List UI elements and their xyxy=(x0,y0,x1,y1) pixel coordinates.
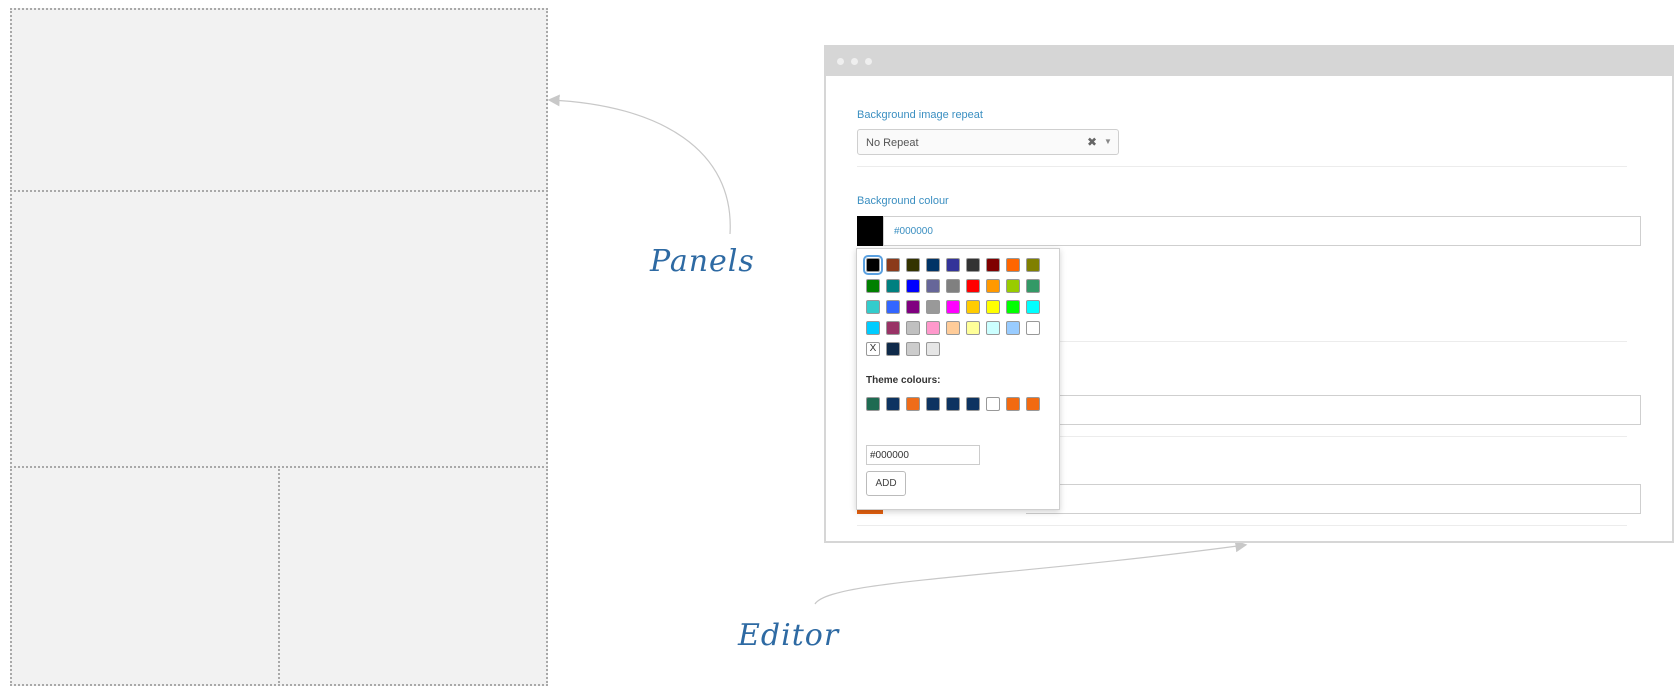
colour-swatch[interactable] xyxy=(986,300,1000,314)
theme-swatch-grid xyxy=(866,397,1046,418)
colour-swatch[interactable] xyxy=(966,258,980,272)
panels-annotation: Panels xyxy=(650,244,755,279)
divider xyxy=(857,525,1627,526)
add-button[interactable]: ADD xyxy=(866,471,906,496)
colour-preview-swatch[interactable] xyxy=(857,216,883,246)
swatch-grid: X xyxy=(863,255,1046,363)
no-colour-swatch[interactable]: X xyxy=(866,342,880,356)
window-dot-maximize[interactable] xyxy=(865,58,872,65)
theme-colour-swatch[interactable] xyxy=(1026,397,1040,411)
colour-input-hidden-row[interactable] xyxy=(1026,395,1641,425)
clear-icon[interactable]: ✖ xyxy=(1087,135,1097,149)
theme-colour-swatch[interactable] xyxy=(886,397,900,411)
theme-colour-swatch[interactable] xyxy=(906,397,920,411)
colour-swatch[interactable] xyxy=(926,342,940,356)
editor-arrow xyxy=(814,540,1248,605)
theme-colour-swatch[interactable] xyxy=(986,397,1000,411)
colour-swatch[interactable] xyxy=(966,300,980,314)
editor-window: Background image repeat No Repeat ✖ ▼ Ba… xyxy=(824,45,1674,543)
window-dot-close[interactable] xyxy=(837,58,844,65)
theme-colour-swatch[interactable] xyxy=(866,397,880,411)
colour-swatch[interactable] xyxy=(863,255,883,275)
theme-colour-swatch[interactable] xyxy=(966,397,980,411)
colour-swatch[interactable] xyxy=(946,300,960,314)
colour-swatch[interactable] xyxy=(946,258,960,272)
colour-swatch[interactable] xyxy=(1006,279,1020,293)
repeat-selected-value: No Repeat xyxy=(866,137,919,149)
colour-swatch[interactable] xyxy=(986,279,1000,293)
colour-swatch[interactable] xyxy=(966,321,980,335)
colour-swatch[interactable] xyxy=(886,279,900,293)
colour-input[interactable]: #000000 xyxy=(883,216,1641,246)
colour-swatch[interactable] xyxy=(926,258,940,272)
theme-colour-swatch[interactable] xyxy=(946,397,960,411)
colour-swatch[interactable] xyxy=(946,279,960,293)
colour-swatch[interactable] xyxy=(1026,258,1040,272)
colour-swatch[interactable] xyxy=(886,342,900,356)
colour-swatch[interactable] xyxy=(866,279,880,293)
colour-swatch[interactable] xyxy=(986,321,1000,335)
colour-swatch[interactable] xyxy=(886,300,900,314)
colour-swatch[interactable] xyxy=(926,321,940,335)
colour-swatch[interactable] xyxy=(986,258,1000,272)
colour-swatch[interactable] xyxy=(886,321,900,335)
colour-swatch[interactable] xyxy=(926,300,940,314)
colour-swatch[interactable] xyxy=(946,321,960,335)
colour-swatch[interactable] xyxy=(1006,321,1020,335)
colour-swatch[interactable] xyxy=(1026,321,1040,335)
colour-swatch[interactable] xyxy=(1006,300,1020,314)
panels-arrow xyxy=(547,94,731,235)
colour-swatch[interactable] xyxy=(906,300,920,314)
colour-picker-popup: X Theme colours: #000000 ADD xyxy=(856,248,1060,510)
window-dot-minimize[interactable] xyxy=(851,58,858,65)
colour-swatch[interactable] xyxy=(866,321,880,335)
colour-swatch[interactable] xyxy=(966,279,980,293)
colour-input-value: #000000 xyxy=(894,226,933,237)
colour-swatch[interactable] xyxy=(1026,300,1040,314)
colour-swatch[interactable] xyxy=(866,300,880,314)
colour-input-lower[interactable] xyxy=(1026,484,1641,514)
editor-annotation: Editor xyxy=(738,618,840,653)
colour-swatch[interactable] xyxy=(1006,258,1020,272)
colour-swatch[interactable] xyxy=(886,258,900,272)
colour-swatch[interactable] xyxy=(906,258,920,272)
colour-swatch[interactable] xyxy=(906,279,920,293)
theme-colour-swatch[interactable] xyxy=(1006,397,1020,411)
window-titlebar xyxy=(826,47,1672,76)
repeat-label: Background image repeat xyxy=(857,109,983,121)
colour-swatch[interactable] xyxy=(906,342,920,356)
colour-swatch[interactable] xyxy=(1026,279,1040,293)
hex-input[interactable]: #000000 xyxy=(866,445,980,465)
colour-swatch[interactable] xyxy=(906,321,920,335)
colour-swatch[interactable] xyxy=(926,279,940,293)
colour-label: Background colour xyxy=(857,195,949,207)
repeat-select[interactable]: No Repeat ✖ ▼ xyxy=(857,129,1119,155)
theme-colour-swatch[interactable] xyxy=(926,397,940,411)
divider xyxy=(857,166,1627,167)
hex-input-value: #000000 xyxy=(870,450,909,461)
chevron-down-icon[interactable]: ▼ xyxy=(1104,137,1112,146)
theme-colours-label: Theme colours: xyxy=(866,375,941,386)
